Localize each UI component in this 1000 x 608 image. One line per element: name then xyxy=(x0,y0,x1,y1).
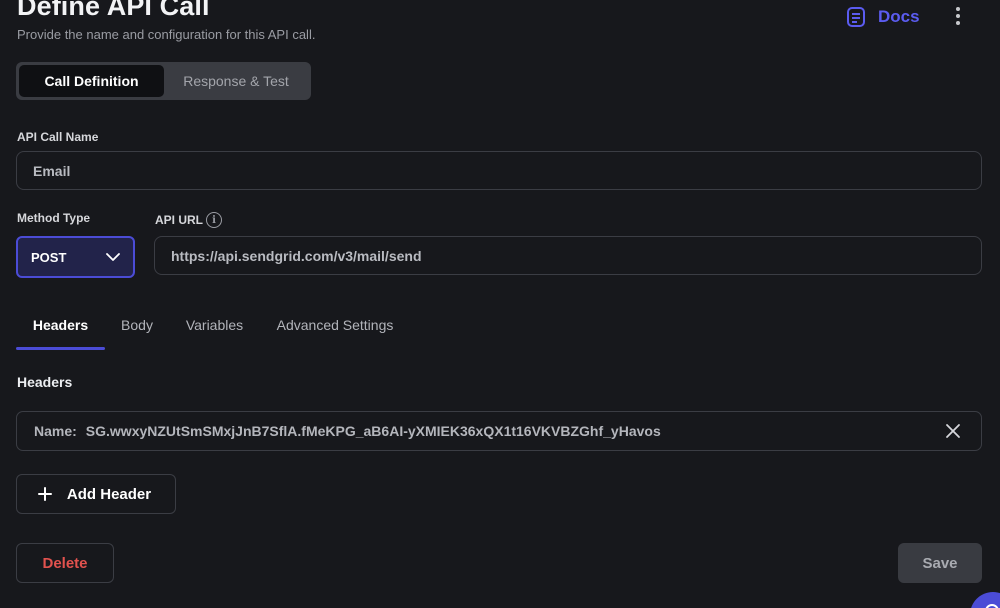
info-icon[interactable]: i xyxy=(206,212,222,228)
help-chat-button[interactable] xyxy=(970,592,1000,608)
page-title: Define API Call xyxy=(17,0,210,21)
api-url-input[interactable]: https://api.sendgrid.com/v3/mail/send xyxy=(154,236,982,275)
define-api-call-page: Define API Call Provide the name and con… xyxy=(0,0,1000,608)
call-name-label: API Call Name xyxy=(17,130,99,144)
headers-section-title: Headers xyxy=(17,374,73,390)
request-tabs: Headers Body Variables Advanced Settings xyxy=(16,303,410,351)
tab-advanced-settings[interactable]: Advanced Settings xyxy=(260,303,410,347)
header-name-label: Name: xyxy=(34,423,77,439)
view-toggle: Call Definition Response & Test xyxy=(16,62,311,100)
tab-response-test[interactable]: Response & Test xyxy=(164,65,308,97)
tab-headers-label: Headers xyxy=(32,317,89,333)
method-type-select[interactable]: POST xyxy=(16,236,135,278)
tab-headers[interactable]: Headers xyxy=(16,303,105,350)
call-name-input[interactable]: Email xyxy=(16,151,982,190)
add-header-button[interactable]: Add Header xyxy=(16,474,176,514)
save-button[interactable]: Save xyxy=(898,543,982,583)
delete-button[interactable]: Delete xyxy=(16,543,114,583)
chevron-down-icon xyxy=(106,253,120,261)
api-url-label: API URL xyxy=(155,213,203,227)
docs-link[interactable]: Docs xyxy=(846,6,920,28)
add-header-label: Add Header xyxy=(66,485,152,503)
tab-body[interactable]: Body xyxy=(105,303,169,347)
docs-label: Docs xyxy=(878,7,920,26)
close-icon[interactable] xyxy=(943,421,963,441)
method-type-label: Method Type xyxy=(17,211,91,225)
page-subtitle: Provide the name and configuration for t… xyxy=(17,27,316,42)
header-row[interactable]: Name: SG.wwxyNZUtSmSMxjJnB7SflA.fMeKPG_a… xyxy=(16,411,982,451)
more-vertical-icon[interactable] xyxy=(948,6,968,26)
tab-call-definition[interactable]: Call Definition xyxy=(19,65,164,97)
plus-icon xyxy=(37,487,52,501)
tab-variables[interactable]: Variables xyxy=(169,303,260,347)
document-icon xyxy=(847,7,865,27)
header-value: SG.wwxyNZUtSmSMxjJnB7SflA.fMeKPG_aB6AI-y… xyxy=(85,423,661,439)
method-type-value: POST xyxy=(31,249,67,265)
active-tab-indicator xyxy=(16,347,105,350)
